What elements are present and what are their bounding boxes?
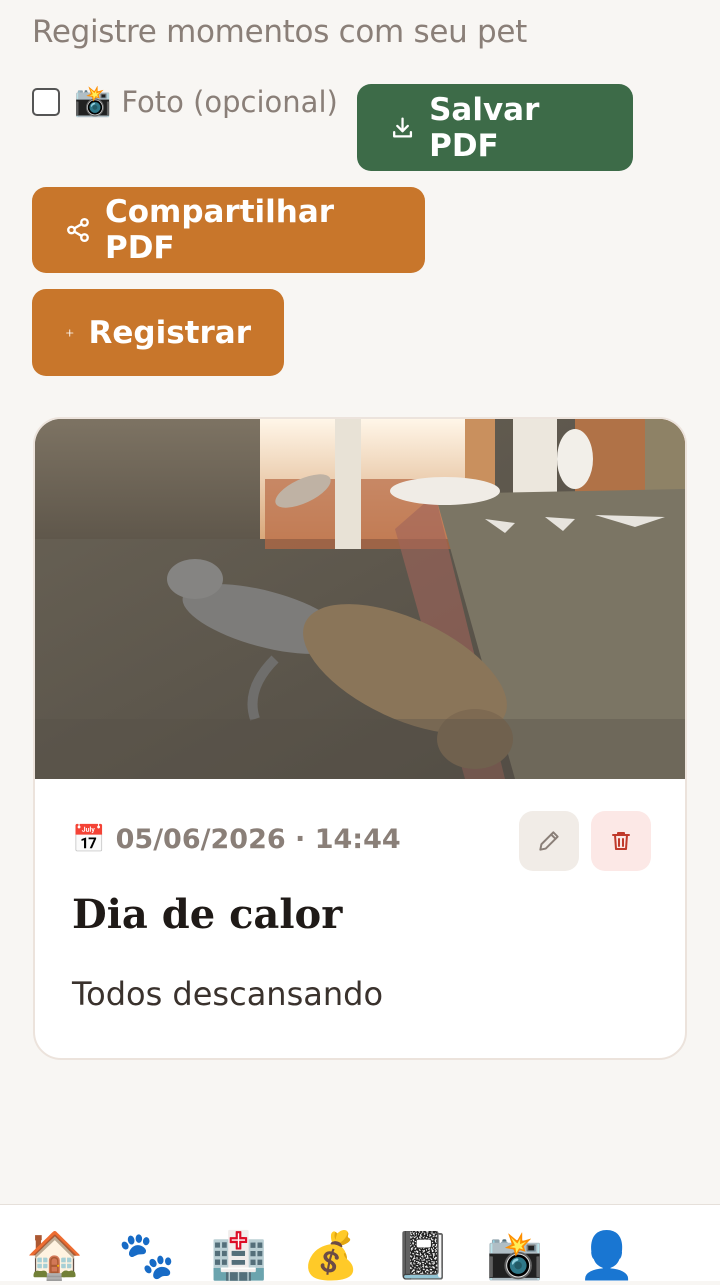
register-label: Registrar [88,314,251,351]
page-subtitle: Registre momentos com seu pet [32,14,528,50]
register-button[interactable]: Registrar [32,289,284,376]
trash-icon [612,832,630,850]
pencil-icon [539,831,559,851]
save-pdf-button[interactable]: Salvar PDF [357,84,633,171]
share-icon [67,217,89,243]
money-bag-icon[interactable]: 💰 [301,1225,361,1282]
share-pdf-button[interactable]: Compartilhar PDF [32,187,425,273]
paw-icon[interactable]: 🐾 [117,1225,177,1282]
entry-description: Todos descansando [72,975,384,1013]
download-icon [393,116,413,138]
edit-button[interactable] [519,811,579,871]
notebook-icon[interactable]: 📓 [393,1225,453,1282]
house-icon[interactable]: 🏠 [25,1225,85,1282]
photo-checkbox[interactable] [32,87,60,116]
photo-option-label[interactable]: 📸 Foto (opcional) [74,84,338,119]
camera-flash-icon[interactable]: 📸 [485,1225,545,1282]
save-pdf-label: Salvar PDF [429,91,540,164]
photo-option: 📸 Foto (opcional) [32,84,338,119]
delete-button[interactable] [591,811,651,871]
entry-title: Dia de calor [72,891,343,938]
plus-icon [66,328,74,337]
memory-card: 📅 05/06/2026 · 14:44 Dia de calor Todos … [33,417,687,1060]
bottom-navigation: 🏠 🐾 🏥 💰 📓 📸 👤 [0,1204,720,1282]
cats-resting-photo [35,419,685,779]
camera-flash-icon: 📸 [74,84,112,119]
photo-label-text: Foto (opcional) [121,84,338,119]
entry-datetime-text: 05/06/2026 · 14:44 [115,823,401,855]
entry-datetime: 📅 05/06/2026 · 14:44 [72,823,401,856]
share-pdf-label: Compartilhar PDF [104,194,335,266]
calendar-icon: 📅 [72,824,106,855]
hospital-icon[interactable]: 🏥 [209,1225,269,1282]
profile-icon[interactable]: 👤 [577,1225,637,1282]
